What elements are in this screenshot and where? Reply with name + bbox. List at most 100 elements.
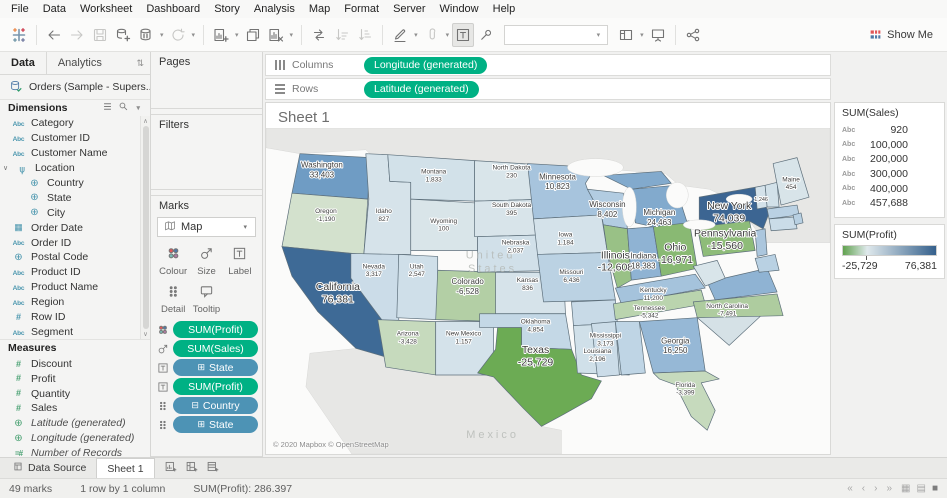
sort-descending-icon[interactable] xyxy=(354,23,376,47)
marks-button-label[interactable]: Label xyxy=(225,244,255,279)
scroll-thumb[interactable] xyxy=(143,126,149,329)
last-page-icon[interactable]: » xyxy=(886,483,892,494)
choropleth-map[interactable]: UnitedStatesMexicoWashington33,403Oregon… xyxy=(266,128,830,454)
menu-worksheet[interactable]: Worksheet xyxy=(73,3,139,15)
state-maryland[interactable] xyxy=(755,254,779,272)
prev-page-icon[interactable]: ‹ xyxy=(862,483,865,494)
view-filmstrip-icon[interactable]: ▤ xyxy=(917,483,926,494)
sales-legend-item[interactable]: Abc400,000 xyxy=(842,181,937,196)
pages-shelf[interactable]: Pages xyxy=(151,52,262,109)
state-florida[interactable] xyxy=(653,371,719,430)
fit-select[interactable]: ▾ xyxy=(504,25,608,45)
group-members-icon[interactable] xyxy=(421,23,443,47)
undo-icon[interactable] xyxy=(43,23,65,47)
view-grid-icon[interactable]: ▦ xyxy=(901,483,910,494)
field-sales[interactable]: #Sales xyxy=(0,401,150,416)
pill-country[interactable]: ⊟Country xyxy=(173,397,258,414)
tab-data-source[interactable]: Data Source xyxy=(3,458,96,478)
field-country[interactable]: ⊕Country xyxy=(0,176,140,191)
presentation-mode-icon[interactable] xyxy=(647,23,669,47)
sales-legend-item[interactable]: Abc100,000 xyxy=(842,138,937,153)
new-worksheet-caret-icon[interactable]: ▾ xyxy=(233,31,241,39)
new-data-source-icon[interactable] xyxy=(112,23,134,47)
field-row-id[interactable]: #Row ID xyxy=(0,310,140,325)
state-new-hampshire[interactable] xyxy=(765,182,779,207)
menu-format[interactable]: Format xyxy=(337,3,386,15)
field-location[interactable]: ∨⋔Location xyxy=(0,161,140,176)
marks-button-size[interactable]: Size xyxy=(191,244,221,279)
expand-icon[interactable]: ⊞ xyxy=(197,419,205,430)
expand-icon[interactable]: ⊟ xyxy=(191,400,199,411)
filters-shelf[interactable]: Filters xyxy=(151,114,262,190)
save-icon[interactable] xyxy=(89,23,111,47)
swap-rows-columns-icon[interactable] xyxy=(308,23,330,47)
menu-window[interactable]: Window xyxy=(433,3,486,15)
marks-button-tooltip[interactable]: Tooltip xyxy=(191,282,221,317)
field-product-id[interactable]: AbcProduct ID xyxy=(0,265,140,280)
scroll-up-icon[interactable]: ∧ xyxy=(143,117,148,125)
share-icon[interactable] xyxy=(682,23,704,47)
field-region[interactable]: AbcRegion xyxy=(0,295,140,310)
menu-story[interactable]: Story xyxy=(207,3,247,15)
sales-legend[interactable]: SUM(Sales) Abc920Abc100,000Abc200,000Abc… xyxy=(834,102,945,218)
clear-sheet-caret-icon[interactable]: ▾ xyxy=(288,31,296,39)
scroll-down-icon[interactable]: ∨ xyxy=(143,330,148,338)
group-members-caret-icon[interactable]: ▾ xyxy=(444,31,452,39)
search-icon[interactable] xyxy=(118,101,129,115)
pill-sum-profit-[interactable]: SUM(Profit) xyxy=(173,378,258,395)
new-worksheet-tab-icon[interactable] xyxy=(164,460,178,476)
next-page-icon[interactable]: › xyxy=(874,483,877,494)
field-city[interactable]: ⊕City xyxy=(0,205,140,220)
data-pane-tab-data[interactable]: Data xyxy=(0,52,47,74)
marks-button-colour[interactable]: Colour xyxy=(158,244,188,279)
menu-server[interactable]: Server xyxy=(386,3,432,15)
show-hide-cards-icon[interactable] xyxy=(615,23,637,47)
columns-shelf[interactable]: Columns Longitude (generated) xyxy=(265,54,831,76)
new-story-tab-icon[interactable] xyxy=(206,460,220,476)
highlight-icon[interactable] xyxy=(389,23,411,47)
datasource-item[interactable]: Orders (Sample - Supers... xyxy=(0,75,150,99)
expand-icon[interactable]: ⊞ xyxy=(197,362,205,373)
duplicate-icon[interactable] xyxy=(242,23,264,47)
show-me-button[interactable]: Show Me xyxy=(863,26,939,43)
field-customer-name[interactable]: AbcCustomer Name xyxy=(0,146,140,161)
state-new-jersey[interactable] xyxy=(755,229,767,257)
clear-sheet-icon[interactable] xyxy=(265,23,287,47)
first-page-icon[interactable]: « xyxy=(847,483,853,494)
mark-type-dropdown[interactable]: Map ▾ xyxy=(157,217,256,237)
menu-dashboard[interactable]: Dashboard xyxy=(139,3,207,15)
field-number-of-records[interactable]: =#Number of Records xyxy=(0,446,150,457)
fix-axes-icon[interactable] xyxy=(475,23,497,47)
pause-auto-updates-caret-icon[interactable]: ▾ xyxy=(158,31,166,39)
new-worksheet-icon[interactable] xyxy=(210,23,232,47)
sales-legend-item[interactable]: Abc300,000 xyxy=(842,167,937,182)
marks-button-detail[interactable]: Detail xyxy=(158,282,188,317)
field-customer-id[interactable]: AbcCustomer ID xyxy=(0,131,140,146)
menu-analysis[interactable]: Analysis xyxy=(247,3,302,15)
highlight-caret-icon[interactable]: ▾ xyxy=(412,31,420,39)
refresh-icon[interactable] xyxy=(167,23,189,47)
field-profit[interactable]: #Profit xyxy=(0,371,150,386)
menu-map[interactable]: Map xyxy=(302,3,337,15)
pill-sum-profit-[interactable]: SUM(Profit) xyxy=(173,321,258,338)
profit-legend[interactable]: SUM(Profit) -25,729 76,381 xyxy=(834,224,945,279)
pill-state[interactable]: ⊞State xyxy=(173,359,258,376)
pane-swap-icon[interactable]: ⇅ xyxy=(130,58,150,69)
collapse-icon[interactable]: ∨ xyxy=(1,164,10,172)
state-arizona[interactable] xyxy=(378,320,436,375)
field-category[interactable]: AbcCategory xyxy=(0,116,140,131)
new-dashboard-tab-icon[interactable] xyxy=(185,460,199,476)
menu-file[interactable]: File xyxy=(4,3,36,15)
menu-help[interactable]: Help xyxy=(486,3,523,15)
sheet-title[interactable]: Sheet 1 xyxy=(266,103,830,128)
state-south-carolina[interactable] xyxy=(697,314,763,346)
dimensions-scrollbar[interactable]: ∧∨ xyxy=(140,116,150,339)
refresh-caret-icon[interactable]: ▾ xyxy=(190,31,198,39)
profit-gradient-bar[interactable] xyxy=(842,245,937,256)
rows-shelf[interactable]: Rows Latitude (generated) xyxy=(265,78,831,100)
view-as-list-icon[interactable] xyxy=(102,101,113,115)
pill-sum-sales-[interactable]: SUM(Sales) xyxy=(173,340,258,357)
redo-icon[interactable] xyxy=(66,23,88,47)
rows-pill[interactable]: Latitude (generated) xyxy=(364,81,479,98)
data-pane-tab-analytics[interactable]: Analytics xyxy=(47,52,113,74)
